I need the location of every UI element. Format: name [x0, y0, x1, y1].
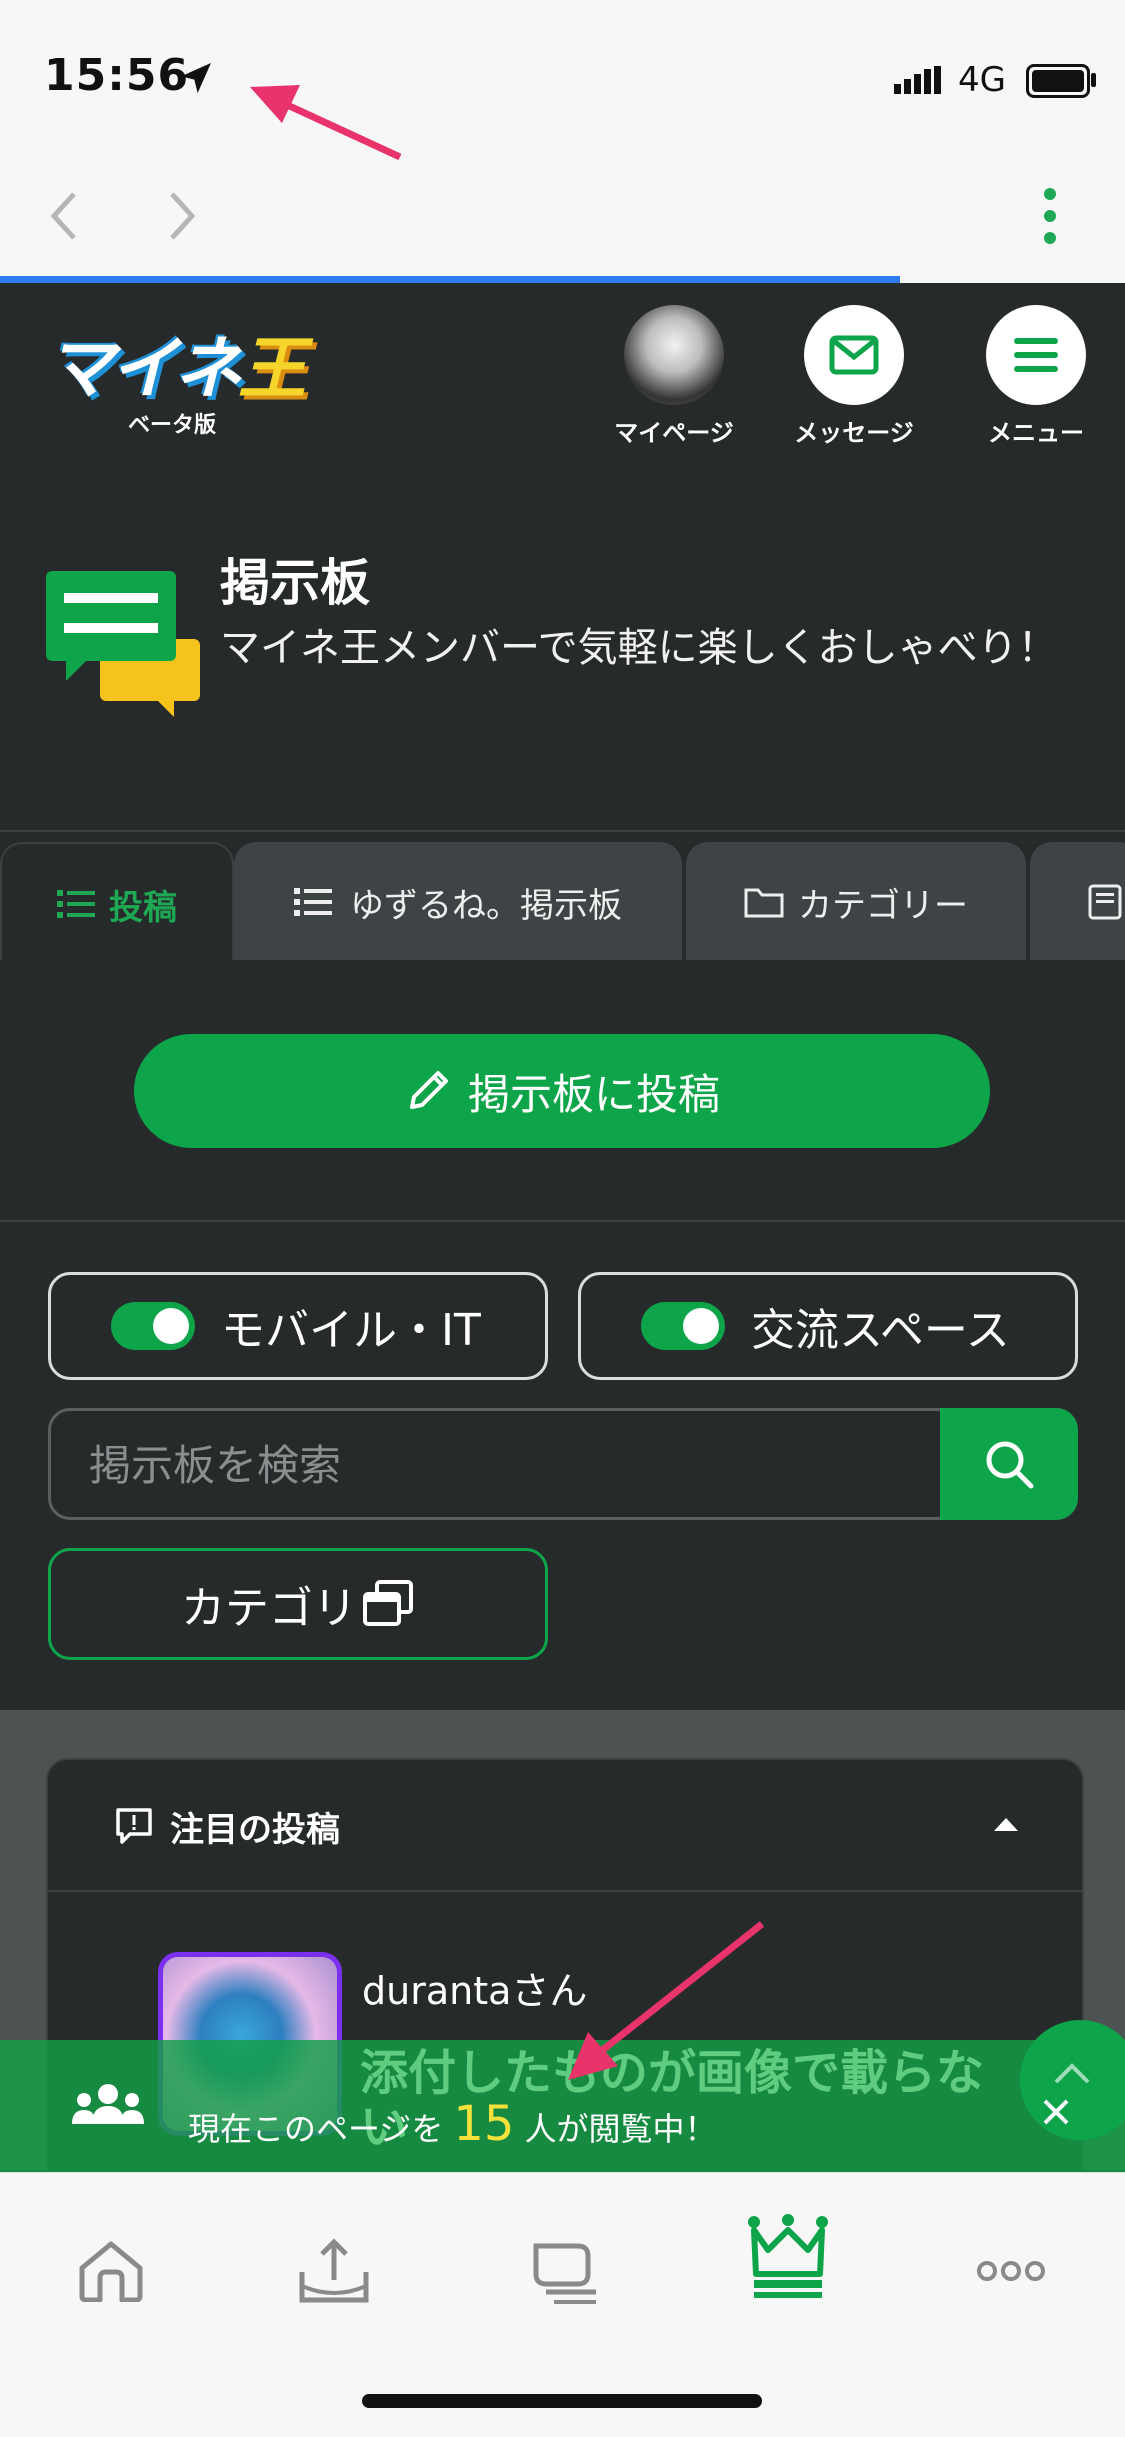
search-icon [986, 1441, 1034, 1489]
search-input[interactable] [87, 1411, 971, 1519]
menu-label[interactable]: メニュー [946, 413, 1125, 448]
filter-chip-community[interactable]: 交流スペース [578, 1272, 1078, 1380]
tab-posts[interactable]: 投稿 [0, 842, 234, 964]
home-indicator [362, 2394, 762, 2408]
chat-board-icon[interactable] [526, 2240, 598, 2304]
featured-title: 注目の投稿 [170, 1810, 340, 1850]
forward-arrow-icon[interactable] [162, 186, 202, 246]
folder-icon [744, 888, 784, 918]
window-stack-icon [363, 1580, 413, 1626]
tab-category[interactable]: カテゴリー [686, 842, 1026, 962]
tab-posts-label: 投稿 [109, 887, 177, 928]
more-dots-icon[interactable] [976, 2258, 1046, 2284]
tab-yuzurune-label: ゆずるね。掲示板 [350, 885, 622, 926]
users-group-icon [72, 2084, 144, 2124]
board-search [48, 1408, 1078, 1520]
list-icon [294, 888, 332, 916]
message-button[interactable] [804, 305, 904, 405]
post-area: 掲示板に投稿 [0, 960, 1125, 1222]
chip-community-label: 交流スペース [751, 1305, 1010, 1356]
chat-bubbles-icon [46, 571, 200, 717]
tab-bar: 投稿 ゆずるね。掲示板 カテゴリー [0, 830, 1125, 964]
close-icon[interactable] [1042, 2098, 1070, 2126]
viewers-suffix: 人が閲覧中！ [524, 2110, 717, 2148]
featured-header[interactable]: 注目の投稿 [48, 1760, 1082, 1892]
board-description: マイネ王メンバーで気軽に楽しくおしゃべり！ [220, 625, 1058, 671]
caret-up-icon[interactable] [992, 1814, 1020, 1834]
tab-yuzurune[interactable]: ゆずるね。掲示板 [234, 842, 682, 962]
list-icon [57, 890, 95, 918]
battery-icon [1026, 64, 1090, 98]
book-icon [1088, 884, 1122, 920]
filter-section: モバイル・IT 交流スペース カテゴリ [0, 1222, 1125, 1710]
viewers-count: 15 [453, 2096, 515, 2152]
viewers-prefix: 現在このページを [188, 2110, 444, 2148]
board-intro: 掲示板 マイネ王メンバーで気軽に楽しくおしゃべり！ [0, 463, 1125, 828]
beta-label: ベータ版 [128, 413, 217, 438]
home-icon[interactable] [76, 2238, 146, 2302]
menu-button[interactable] [986, 305, 1086, 405]
back-arrow-icon[interactable] [44, 186, 84, 246]
page-load-progress [0, 276, 900, 283]
chip-mobile-label: モバイル・IT [221, 1305, 481, 1356]
pencil-icon [409, 1071, 448, 1109]
category-button-label: カテゴリ [181, 1583, 357, 1634]
post-to-board-button[interactable]: 掲示板に投稿 [134, 1034, 990, 1148]
more-vertical-icon[interactable] [1038, 184, 1062, 248]
toggle-switch-on[interactable] [111, 1302, 195, 1350]
search-button[interactable] [940, 1408, 1078, 1520]
page-load-progress-rest [900, 276, 1125, 283]
signal-icon [894, 66, 941, 94]
battery-tip [1091, 73, 1096, 87]
post-button-label: 掲示板に投稿 [467, 1069, 720, 1119]
tab-more[interactable] [1030, 842, 1125, 962]
alert-message-icon [116, 1808, 152, 1844]
toggle-switch-on[interactable] [641, 1302, 725, 1350]
tab-category-label: カテゴリー [798, 885, 968, 926]
site-logo[interactable]: マイネ王 [46, 313, 306, 412]
mypage-label[interactable]: マイページ [584, 413, 764, 448]
category-button[interactable]: カテゴリ [48, 1548, 548, 1660]
filter-chip-mobile-it[interactable]: モバイル・IT [48, 1272, 548, 1380]
envelope-icon [829, 335, 879, 375]
crown-icon[interactable] [748, 2214, 828, 2298]
logo-king-text: 王 [238, 330, 306, 409]
location-arrow-icon [181, 63, 211, 93]
board-title: 掲示板 [220, 554, 370, 612]
site-header: マイネ王 ベータ版 マイページ メッセージ メニュー [0, 283, 1125, 465]
upload-tray-icon[interactable] [298, 2236, 370, 2306]
logo-main-text: マイネ [46, 330, 242, 409]
chevron-up-icon [1054, 2063, 1090, 2084]
viewers-text: 現在このページを 15 人が閲覧中！ [188, 2096, 716, 2152]
mypage-avatar[interactable] [624, 305, 724, 405]
hamburger-icon [1014, 338, 1058, 372]
message-label[interactable]: メッセージ [764, 413, 944, 448]
annotation-arrow-bottom [568, 1921, 765, 2080]
network-type: 4G [958, 60, 1006, 100]
status-time: 15:56 [44, 50, 190, 101]
